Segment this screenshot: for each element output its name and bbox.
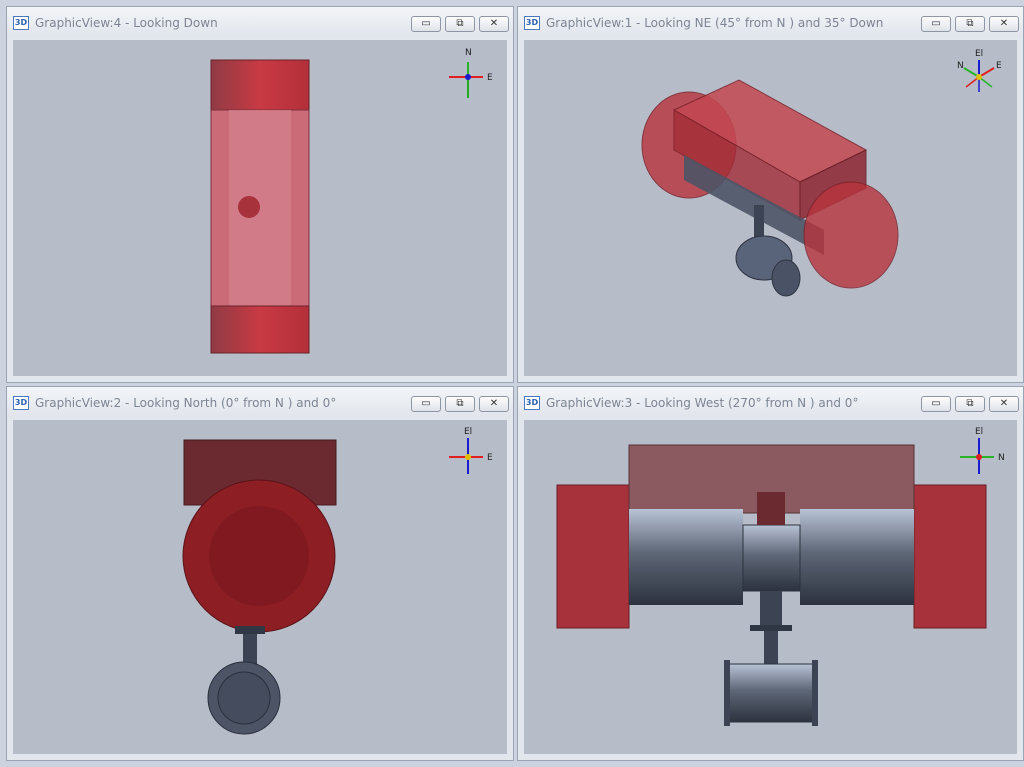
valve-neck [764, 631, 778, 665]
graphic-view-1-viewport[interactable]: El N E [524, 40, 1017, 376]
left-flange [556, 484, 630, 629]
stem-port [238, 196, 260, 218]
3d-view-icon: 3D [13, 16, 29, 30]
view-looking-ne-render: El N E [641, 49, 1002, 297]
axis-el-label: El [975, 427, 983, 437]
graphic-view-3-title: GraphicView:3 - Looking West (270° from … [546, 396, 859, 410]
axis-el-label: El [464, 427, 472, 437]
restore-button[interactable]: ⧉ [445, 396, 475, 412]
valve-collar [750, 625, 792, 631]
graphic-view-1-window[interactable]: 3D GraphicView:1 - Looking NE (45° from … [517, 6, 1024, 383]
right-flange [803, 181, 899, 289]
axis-n-label: N [998, 453, 1005, 463]
graphic-view-2-window[interactable]: 3D GraphicView:2 - Looking North (0° fro… [6, 386, 514, 761]
orientation-triad: El N [960, 427, 1005, 474]
close-button[interactable]: ✕ [479, 16, 509, 32]
graphic-view-1-title: GraphicView:1 - Looking NE (45° from N )… [546, 16, 884, 30]
graphic-view-2-viewport[interactable]: El E [13, 420, 507, 754]
graphic-view-3-window[interactable]: 3D GraphicView:3 - Looking West (270° fr… [517, 386, 1024, 761]
upper-flange [210, 59, 310, 111]
axis-n-label: N [465, 48, 472, 58]
axis-n-label: N [957, 61, 964, 71]
graphic-view-4-viewport[interactable]: N E [13, 40, 507, 376]
minimize-button[interactable]: ▭ [411, 396, 441, 412]
valve-stem [760, 591, 782, 629]
minimize-button[interactable]: ▭ [921, 396, 951, 412]
close-button[interactable]: ✕ [989, 396, 1019, 412]
top-port [757, 492, 785, 525]
graphic-view-4-window[interactable]: 3D GraphicView:4 - Looking Down ▭ ⧉ ✕ N … [6, 6, 514, 383]
graphic-view-4-title: GraphicView:4 - Looking Down [35, 16, 218, 30]
view-looking-down-render: N E [210, 48, 493, 354]
axis-e-label: E [996, 61, 1002, 71]
orientation-triad: N E [449, 48, 493, 98]
axis-e-label: E [487, 73, 493, 83]
graphic-view-2-titlebar[interactable]: 3D GraphicView:2 - Looking North (0° fro… [7, 387, 513, 417]
valve-body [725, 663, 817, 723]
graphic-view-2-title: GraphicView:2 - Looking North (0° from N… [35, 396, 337, 410]
center-coupling [742, 524, 801, 592]
valve-flange-left [724, 660, 730, 726]
valve-outlet [771, 259, 801, 297]
close-button[interactable]: ✕ [479, 396, 509, 412]
3d-view-icon: 3D [524, 16, 540, 30]
lower-flange [210, 305, 310, 354]
restore-button[interactable]: ⧉ [955, 16, 985, 32]
valve-stem [235, 626, 265, 634]
minimize-button[interactable]: ▭ [411, 16, 441, 32]
view-looking-north-render: El E [182, 427, 493, 735]
minimize-button[interactable]: ▭ [921, 16, 951, 32]
pipe-bore [209, 506, 309, 606]
pipe-run-left [629, 509, 743, 605]
axis-el-label: El [975, 49, 983, 59]
valve-flange-right [812, 660, 818, 726]
valve-outlet-inner [217, 671, 271, 725]
restore-button[interactable]: ⧉ [955, 396, 985, 412]
valve-neck [243, 634, 257, 666]
restore-button[interactable]: ⧉ [445, 16, 475, 32]
pipe-run-right [800, 509, 914, 605]
graphic-view-4-titlebar[interactable]: 3D GraphicView:4 - Looking Down ▭ ⧉ ✕ [7, 7, 513, 37]
graphic-view-1-titlebar[interactable]: 3D GraphicView:1 - Looking NE (45° from … [518, 7, 1023, 37]
view-looking-west-render: El N [556, 427, 1005, 726]
orientation-triad: El E [449, 427, 493, 474]
axis-e-label: E [487, 453, 493, 463]
orientation-triad: El N E [957, 49, 1002, 92]
graphic-view-3-viewport[interactable]: El N [524, 420, 1017, 754]
graphic-view-3-titlebar[interactable]: 3D GraphicView:3 - Looking West (270° fr… [518, 387, 1023, 417]
3d-view-icon: 3D [524, 396, 540, 410]
right-flange [913, 484, 987, 629]
close-button[interactable]: ✕ [989, 16, 1019, 32]
3d-view-icon: 3D [13, 396, 29, 410]
